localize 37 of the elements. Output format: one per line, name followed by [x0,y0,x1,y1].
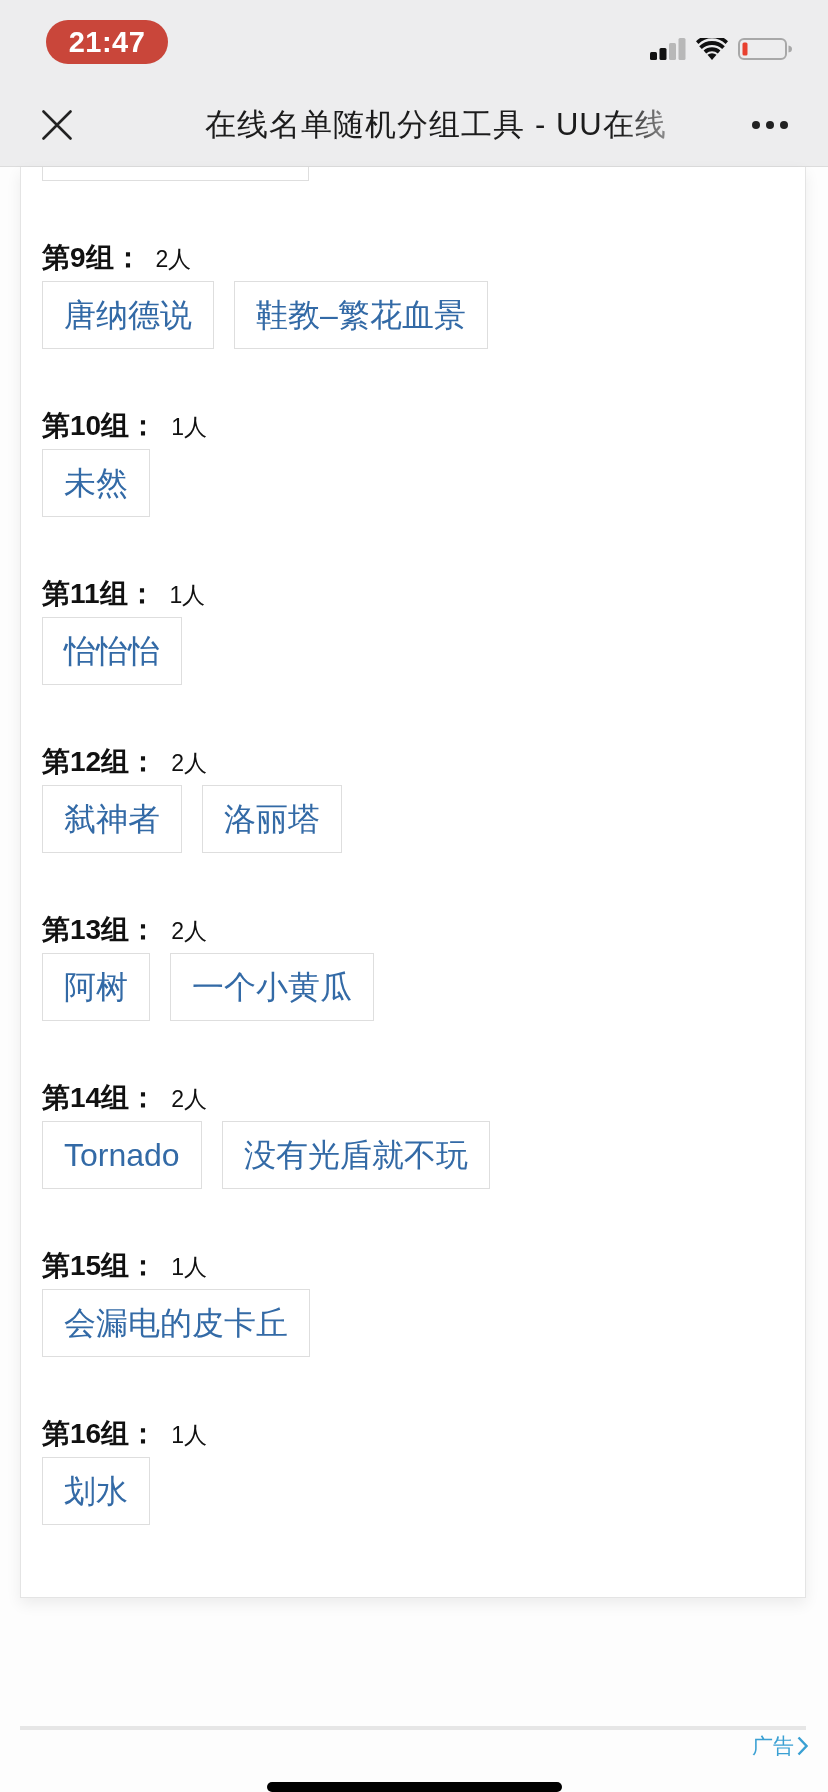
member-count: 2人 [155,245,192,275]
group-label: 第14组： [42,1081,158,1116]
close-icon[interactable] [42,110,72,141]
name-tag: Tornado [42,1121,202,1190]
page-title: 在线名单随机分组工具 - UU在线 [205,106,667,145]
group-label: 第13组： [42,913,158,948]
chevron-icon [797,1736,808,1756]
group-label: 第16组： [42,1417,158,1452]
member-count: 2人 [171,749,207,779]
name-tag: 会漏电的皮卡丘 [42,1289,310,1358]
signal-icon [650,38,686,60]
name-tag: 阿树 [42,953,150,1022]
group-label: 第10组： [42,409,158,444]
group-label: 第11组： [42,577,156,612]
member-count: 1人 [171,1253,207,1283]
name-tag: 一个小黄瓜 [170,953,374,1022]
name-tag: 洛丽塔 [202,785,342,854]
name-tag: 唐纳德说 [42,281,214,350]
member-count: 2人 [171,917,207,947]
name-tag: 划水 [42,1457,150,1526]
name-tag: 未然 [42,449,150,518]
name-tag: 鞋教–繁花血景 [234,281,488,350]
battery-icon [738,38,792,60]
member-count: 1人 [171,1421,207,1451]
name-tag: 没有光盾就不玩 [221,1121,490,1190]
name-tag: 怡怡怡 [42,617,182,686]
group-label: 第12组： [42,745,158,780]
member-count: 2人 [171,1085,207,1115]
member-count: 1人 [169,581,206,611]
wifi-icon [696,38,728,60]
group-label: 第15组： [42,1249,158,1284]
name-tag: 弑神者 [42,785,182,854]
status-time: 21:47 [46,20,168,64]
ad-link[interactable]: 广告 [752,1732,808,1760]
more-icon[interactable] [752,121,788,130]
group-label: 第9组： [42,241,142,276]
member-count: 1人 [171,413,207,443]
